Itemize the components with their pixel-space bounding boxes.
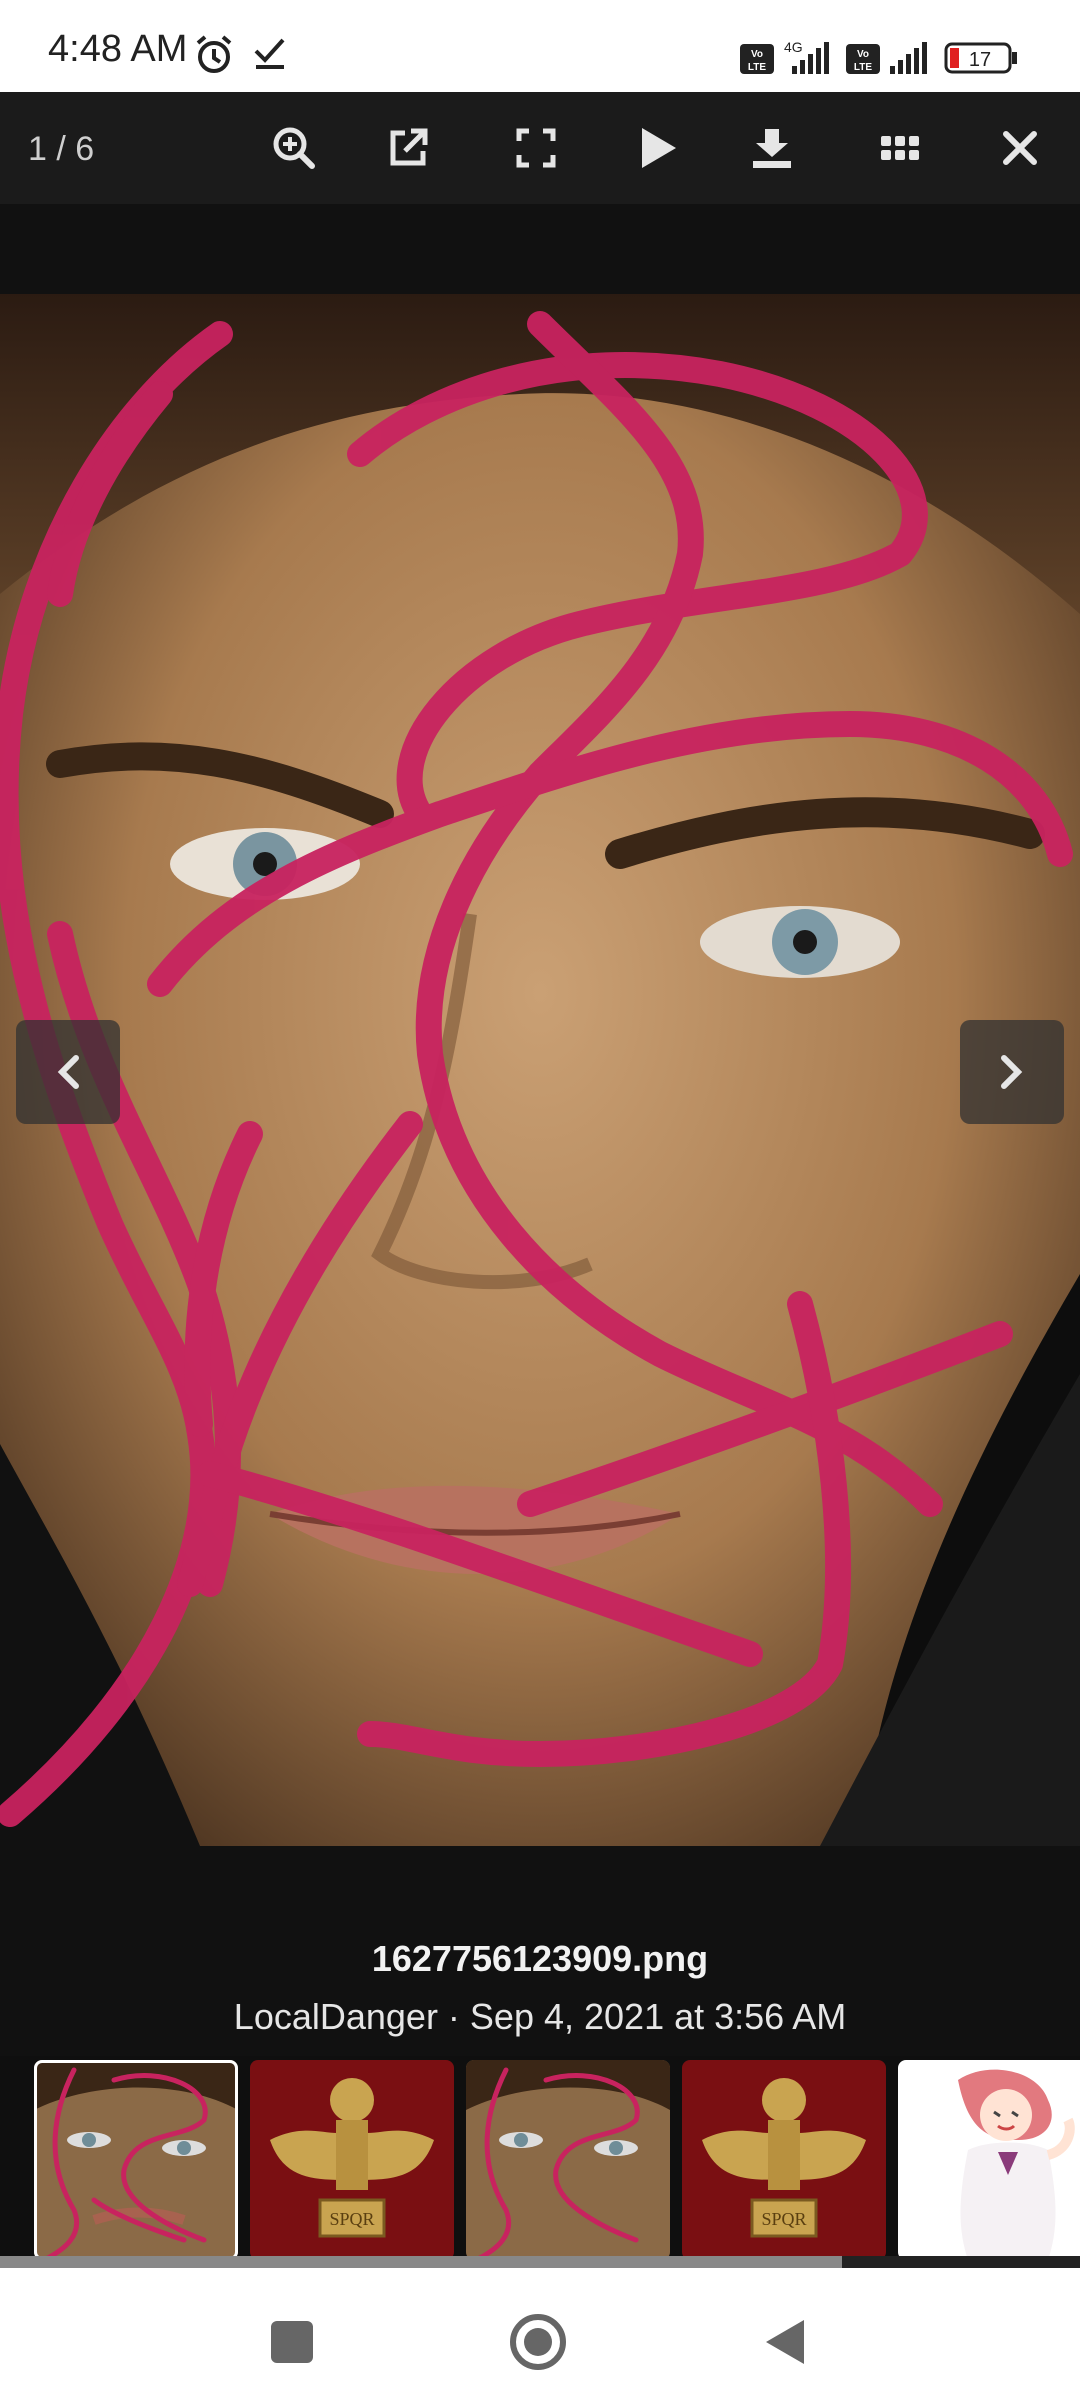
status-bar: 4:48 AM Vo LTE 4G Vo LTE 17 bbox=[0, 0, 1080, 92]
chevron-right-icon bbox=[1001, 1055, 1023, 1089]
main-image[interactable] bbox=[0, 294, 1080, 1846]
image-caption: 1627756123909.png LocalDanger · Sep 4, 2… bbox=[0, 1900, 1080, 2056]
fullscreen-button[interactable] bbox=[504, 116, 568, 180]
volte-icon: Vo LTE bbox=[740, 44, 774, 74]
image-counter: 1 / 6 bbox=[28, 130, 95, 168]
open-external-button[interactable] bbox=[376, 116, 440, 180]
back-triangle-icon bbox=[766, 2320, 804, 2364]
gallery-grid-button[interactable] bbox=[868, 116, 932, 180]
thumbnail-4[interactable]: SPQR bbox=[682, 2060, 886, 2260]
download-button[interactable] bbox=[740, 116, 804, 180]
face-photo-with-scribbles bbox=[0, 294, 1080, 1846]
chevron-left-icon bbox=[57, 1055, 79, 1089]
thumbnail-scroll-thumb[interactable] bbox=[0, 2256, 842, 2268]
square-icon bbox=[271, 2321, 313, 2363]
svg-text:4G: 4G bbox=[784, 39, 803, 55]
system-navigation-bar bbox=[0, 2268, 1080, 2400]
eagle-plaque-label: SPQR bbox=[329, 2209, 374, 2229]
download-icon bbox=[753, 129, 791, 168]
face-thumbnail-image bbox=[34, 2060, 238, 2260]
zoom-in-icon bbox=[273, 127, 315, 169]
thumbnail-3[interactable] bbox=[466, 2060, 670, 2260]
home-button[interactable] bbox=[508, 2312, 568, 2372]
eagle-thumbnail-image: SPQR bbox=[682, 2060, 886, 2260]
play-icon bbox=[642, 128, 676, 168]
next-image-button[interactable] bbox=[960, 1020, 1064, 1124]
volte-icon: Vo LTE bbox=[846, 44, 880, 74]
previous-image-button[interactable] bbox=[16, 1020, 120, 1124]
viewer-toolbar: 1 / 6 bbox=[0, 92, 1080, 204]
battery-level: 17 bbox=[969, 49, 991, 71]
face-thumbnail-image bbox=[466, 2060, 670, 2260]
svg-text:Vo: Vo bbox=[751, 49, 763, 60]
signal-icon bbox=[890, 42, 927, 74]
alarm-icon bbox=[196, 35, 232, 73]
close-icon bbox=[1003, 131, 1037, 165]
zoom-in-button[interactable] bbox=[262, 116, 326, 180]
close-button[interactable] bbox=[988, 116, 1052, 180]
fullscreen-icon bbox=[516, 128, 556, 168]
svg-text:LTE: LTE bbox=[748, 62, 766, 73]
eagle-plaque-label: SPQR bbox=[761, 2209, 806, 2229]
svg-text:LTE: LTE bbox=[854, 62, 872, 73]
status-right-icons: Vo LTE 4G Vo LTE 17 bbox=[740, 38, 1040, 78]
slideshow-play-button[interactable] bbox=[626, 116, 690, 180]
anime-thumbnail-image bbox=[898, 2060, 1080, 2260]
back-button[interactable] bbox=[754, 2312, 814, 2372]
eagle-thumbnail-image: SPQR bbox=[250, 2060, 454, 2260]
thumbnail-scrollbar[interactable] bbox=[0, 2256, 1080, 2268]
grid-icon bbox=[881, 136, 919, 160]
thumbnail-2[interactable]: SPQR bbox=[250, 2060, 454, 2260]
home-circle-icon bbox=[510, 2314, 566, 2370]
thumbnail-5[interactable] bbox=[898, 2060, 1080, 2260]
check-icon bbox=[254, 38, 285, 69]
status-time: 4:48 AM bbox=[48, 28, 188, 70]
thumbnail-1[interactable] bbox=[34, 2060, 238, 2260]
battery-icon: 17 bbox=[944, 42, 1017, 74]
signal-4g-icon: 4G bbox=[784, 39, 829, 74]
thumbnail-strip: SPQR SPQR bbox=[0, 2056, 1080, 2268]
open-external-icon bbox=[390, 128, 428, 166]
recent-apps-button[interactable] bbox=[262, 2312, 322, 2372]
svg-text:Vo: Vo bbox=[857, 49, 869, 60]
image-meta: LocalDanger · Sep 4, 2021 at 3:56 AM bbox=[233, 1996, 847, 2037]
file-name: 1627756123909.png bbox=[371, 1938, 709, 1979]
